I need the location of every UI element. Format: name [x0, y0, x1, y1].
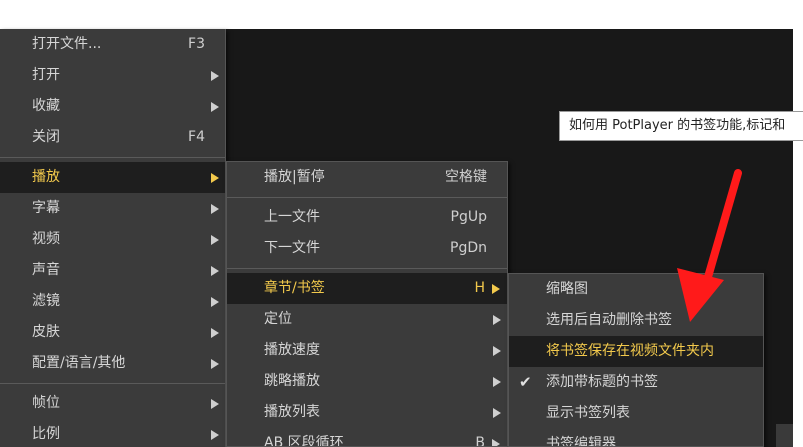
menu-item-label: 字幕	[32, 200, 60, 216]
submenu-arrow-icon	[493, 346, 501, 356]
menu-item-label: 打开	[32, 67, 60, 83]
menu-item-filters[interactable]: 滤镜	[0, 286, 225, 317]
menu-item-label: 上一文件	[264, 209, 320, 225]
bookmark-submenu: 缩略图 选用后自动删除书签 将书签保存在视频文件夹内 ✔ 添加带标题的书签 显示…	[508, 273, 764, 447]
menu-item-show-bookmark-list[interactable]: 显示书签列表	[509, 398, 763, 429]
menu-separator	[0, 157, 225, 158]
submenu-arrow-icon	[211, 399, 219, 409]
menu-item-label: 书签编辑器	[546, 436, 616, 447]
menu-item-frame[interactable]: 帧位	[0, 388, 225, 419]
submenu-arrow-icon	[211, 235, 219, 245]
menu-item-label: 跳略播放	[264, 373, 320, 389]
menu-item-shortcut: PgDn	[450, 240, 487, 256]
menu-item-label: AB 区段循环	[264, 435, 344, 447]
menu-item-play-pause[interactable]: 播放|暂停 空格键	[227, 162, 507, 193]
menu-item-shortcut: H	[474, 280, 485, 296]
submenu-arrow-icon	[493, 408, 501, 418]
submenu-arrow-icon	[211, 204, 219, 214]
menu-separator	[227, 197, 507, 198]
menu-item-speed[interactable]: 播放速度	[227, 335, 507, 366]
menu-item-label: 滤镜	[32, 293, 60, 309]
menu-item-label: 声音	[32, 262, 60, 278]
menu-item-close[interactable]: 关闭 F4	[0, 122, 225, 153]
menu-item-label: 比例	[32, 426, 60, 442]
menu-item-shortcut: 空格键	[445, 169, 487, 185]
menu-item-playlist[interactable]: 播放列表	[227, 397, 507, 428]
menu-item-open-file[interactable]: 打开文件... F3	[0, 29, 225, 60]
menu-item-prev-file[interactable]: 上一文件 PgUp	[227, 202, 507, 233]
submenu-arrow-icon	[211, 71, 219, 81]
menu-item-chapters-bookmarks[interactable]: 章节/书签 H	[227, 273, 507, 304]
menu-item-ab-loop[interactable]: AB 区段循环 B	[227, 428, 507, 447]
menu-item-label: 收藏	[32, 98, 60, 114]
menu-item-add-titled-bookmark[interactable]: ✔ 添加带标题的书签	[509, 367, 763, 398]
menu-item-open[interactable]: 打开	[0, 60, 225, 91]
menu-item-label: 下一文件	[264, 240, 320, 256]
menu-item-label: 播放速度	[264, 342, 320, 358]
menu-item-shortcut: PgUp	[450, 209, 487, 225]
submenu-arrow-icon	[211, 173, 219, 183]
menu-item-ratio[interactable]: 比例	[0, 419, 225, 447]
menu-item-label: 视频	[32, 231, 60, 247]
menu-item-label: 将书签保存在视频文件夹内	[546, 343, 714, 359]
menu-item-next-file[interactable]: 下一文件 PgDn	[227, 233, 507, 264]
submenu-arrow-icon	[211, 266, 219, 276]
menu-item-bookmark-editor[interactable]: 书签编辑器	[509, 429, 763, 447]
menu-item-auto-delete-bookmark[interactable]: 选用后自动删除书签	[509, 305, 763, 336]
playback-submenu: 播放|暂停 空格键 上一文件 PgUp 下一文件 PgDn 章节/书签 H 定位…	[226, 161, 508, 447]
menu-item-label: 添加带标题的书签	[546, 374, 658, 390]
menu-item-label: 选用后自动删除书签	[546, 312, 672, 328]
menu-item-label: 定位	[264, 311, 292, 327]
menu-item-playback[interactable]: 播放	[0, 162, 225, 193]
menu-item-shortcut: F4	[188, 129, 205, 145]
menu-separator	[0, 383, 225, 384]
menu-item-label: 显示书签列表	[546, 405, 630, 421]
menu-item-label: 关闭	[32, 129, 60, 145]
player-frame	[776, 424, 793, 447]
menu-separator	[227, 268, 507, 269]
page-tooltip: 如何用 PotPlayer 的书签功能,标记和	[559, 111, 803, 141]
menu-item-label: 帧位	[32, 395, 60, 411]
menu-item-audio[interactable]: 声音	[0, 255, 225, 286]
menu-item-shortcut: F3	[188, 36, 205, 52]
checkmark-icon: ✔	[519, 373, 532, 391]
menu-item-label: 配置/语言/其他	[32, 355, 126, 371]
menu-item-label: 播放列表	[264, 404, 320, 420]
menu-item-skins[interactable]: 皮肤	[0, 317, 225, 348]
submenu-arrow-icon	[211, 359, 219, 369]
menu-item-skip[interactable]: 跳略播放	[227, 366, 507, 397]
submenu-arrow-icon	[493, 315, 501, 325]
main-context-menu: 打开文件... F3 打开 收藏 关闭 F4 播放 字幕 视频 声音 滤镜 皮肤…	[0, 29, 226, 447]
menu-item-config[interactable]: 配置/语言/其他	[0, 348, 225, 379]
submenu-arrow-icon	[493, 377, 501, 387]
submenu-arrow-icon	[211, 430, 219, 440]
menu-item-label: 皮肤	[32, 324, 60, 340]
menu-item-label: 播放	[32, 169, 60, 185]
menu-item-label: 缩略图	[546, 281, 588, 297]
menu-item-label: 打开文件...	[32, 36, 102, 52]
menu-item-shortcut: B	[475, 435, 485, 447]
submenu-arrow-icon	[492, 284, 500, 294]
menu-item-video[interactable]: 视频	[0, 224, 225, 255]
menu-item-label: 章节/书签	[264, 280, 325, 296]
menu-item-save-bookmark-in-folder[interactable]: 将书签保存在视频文件夹内	[509, 336, 763, 367]
menu-item-seek[interactable]: 定位	[227, 304, 507, 335]
submenu-arrow-icon	[211, 328, 219, 338]
submenu-arrow-icon	[211, 297, 219, 307]
menu-item-favorites[interactable]: 收藏	[0, 91, 225, 122]
submenu-arrow-icon	[492, 439, 500, 446]
menu-item-thumbnails[interactable]: 缩略图	[509, 274, 763, 305]
submenu-arrow-icon	[211, 102, 219, 112]
menu-item-label: 播放|暂停	[264, 169, 325, 185]
menu-item-subtitles[interactable]: 字幕	[0, 193, 225, 224]
